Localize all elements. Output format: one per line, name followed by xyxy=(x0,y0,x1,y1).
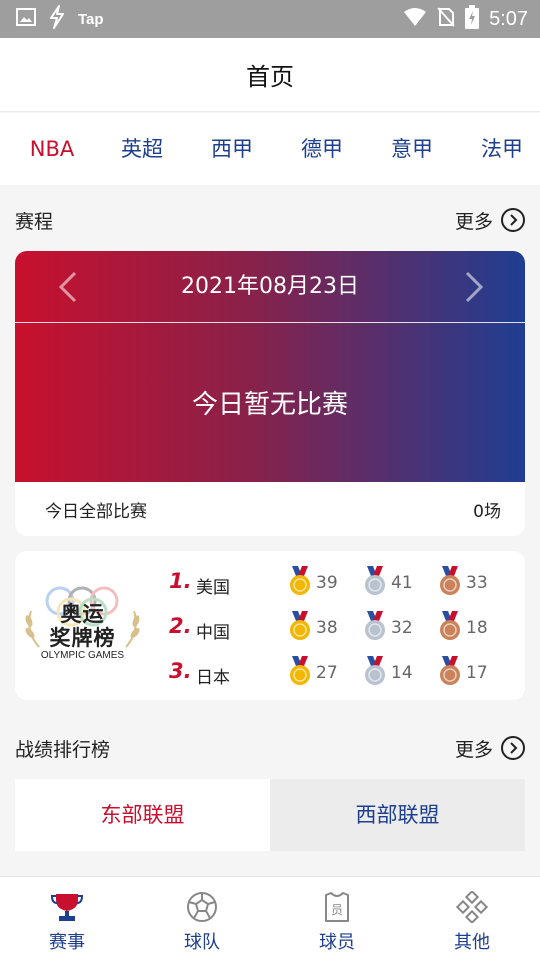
bronze-medal-count: 17 xyxy=(438,653,488,693)
bottom-nav: 赛事 球队 员 球员 其他 xyxy=(0,876,540,960)
no-match-message: 今日暂无比赛 xyxy=(191,390,348,420)
silver-medal-icon xyxy=(363,611,387,645)
gold-count: 27 xyxy=(316,663,338,683)
silver-count: 14 xyxy=(391,663,413,683)
nav-item-players[interactable]: 员 球员 xyxy=(287,877,387,960)
conference-tabs: 东部联盟 西部联盟 xyxy=(15,779,525,851)
tab-western-conference[interactable]: 西部联盟 xyxy=(270,779,525,851)
nav-label: 赛事 xyxy=(49,932,85,953)
prev-day-button[interactable] xyxy=(51,269,87,305)
bronze-medal-icon xyxy=(438,611,462,645)
gold-medal-icon xyxy=(288,566,312,600)
bronze-medal-count: 33 xyxy=(438,563,488,603)
medal-row: 1. 美国 39 41 33 xyxy=(165,563,525,603)
silver-medal-icon xyxy=(363,566,387,600)
silver-medal-count: 32 xyxy=(363,608,413,648)
country-name: 美国 xyxy=(196,578,230,598)
bronze-count: 33 xyxy=(466,573,488,593)
schedule-footer[interactable]: 今日全部比赛 0场 xyxy=(15,482,525,536)
tab-bundesliga[interactable]: 德甲 xyxy=(301,113,343,185)
status-bar: Tap 5:07 xyxy=(0,0,540,38)
more-label: 更多 xyxy=(454,210,493,233)
olympic-medal-card[interactable]: 奥运 奖牌榜 OLYMPIC GAMES 1. 美国 39 41 33 2. 中… xyxy=(15,551,525,700)
match-count: 0场 xyxy=(473,501,501,522)
schedule-title: 赛程 xyxy=(15,210,54,233)
silver-medal-count: 41 xyxy=(363,563,413,603)
silver-count: 32 xyxy=(391,618,413,638)
schedule-more-link[interactable]: 更多 xyxy=(455,207,525,234)
chevron-right-circle-icon xyxy=(501,736,525,760)
country-name: 日本 xyxy=(196,668,230,688)
date-row: 2021年08月23日 xyxy=(15,251,525,323)
nav-item-other[interactable]: 其他 xyxy=(422,877,522,960)
medal-row: 3. 日本 27 14 17 xyxy=(165,653,525,693)
gold-medal-count: 39 xyxy=(288,563,338,603)
all-matches-label: 今日全部比赛 xyxy=(45,501,147,522)
nav-label: 球队 xyxy=(184,932,220,953)
gold-count: 39 xyxy=(316,573,338,593)
bronze-medal-icon xyxy=(438,656,462,690)
rank-number: 2. xyxy=(169,614,192,638)
logo-subtitle: OLYMPIC GAMES xyxy=(40,650,125,661)
bronze-count: 17 xyxy=(466,663,488,683)
schedule-section-header: 赛程 更多 xyxy=(15,205,525,235)
standings-title: 战绩排行榜 xyxy=(15,738,111,761)
country-name: 中国 xyxy=(196,623,230,643)
league-tabs: NBA 英超 西甲 德甲 意甲 法甲 xyxy=(0,113,540,185)
nav-item-teams[interactable]: 球队 xyxy=(152,877,252,960)
standings-section-header: 战绩排行榜 更多 xyxy=(15,733,525,763)
tab-premier-league[interactable]: 英超 xyxy=(121,113,163,185)
silver-medal-icon xyxy=(363,656,387,690)
gold-medal-icon xyxy=(288,611,312,645)
wifi-icon xyxy=(403,7,427,31)
silver-count: 41 xyxy=(391,573,413,593)
standings-more-link[interactable]: 更多 xyxy=(455,735,525,762)
jersey-icon: 员 xyxy=(321,891,353,923)
chevron-right-circle-icon xyxy=(501,208,525,232)
logo-title-line2: 奖牌榜 xyxy=(49,626,116,650)
tab-nba[interactable]: NBA xyxy=(30,113,74,185)
next-day-button[interactable] xyxy=(455,269,491,305)
tab-serie-a[interactable]: 意甲 xyxy=(391,113,433,185)
bronze-count: 18 xyxy=(466,618,488,638)
app-header: 首页 xyxy=(0,38,540,112)
schedule-banner: 2021年08月23日 今日暂无比赛 xyxy=(15,251,525,482)
tab-eastern-conference[interactable]: 东部联盟 xyxy=(15,779,270,851)
nav-label: 球员 xyxy=(319,932,355,953)
silver-medal-count: 14 xyxy=(363,653,413,693)
rank-number: 3. xyxy=(169,659,192,683)
olympic-medal-logo: 奥运 奖牌榜 OLYMPIC GAMES xyxy=(15,551,150,700)
grid-dots-icon xyxy=(455,889,489,925)
status-time: 5:07 xyxy=(489,7,528,30)
page-title: 首页 xyxy=(246,63,294,91)
no-sim-icon xyxy=(437,7,455,31)
schedule-date: 2021年08月23日 xyxy=(181,274,359,299)
bronze-medal-icon xyxy=(438,566,462,600)
gold-count: 38 xyxy=(316,618,338,638)
bronze-medal-count: 18 xyxy=(438,608,488,648)
tab-la-liga[interactable]: 西甲 xyxy=(211,113,253,185)
medal-row: 2. 中国 38 32 18 xyxy=(165,608,525,648)
gold-medal-icon xyxy=(288,656,312,690)
schedule-card: 2021年08月23日 今日暂无比赛 今日全部比赛 0场 xyxy=(15,251,525,536)
nav-label: 其他 xyxy=(454,932,490,953)
status-app-label: Tap xyxy=(78,10,104,28)
gold-medal-count: 27 xyxy=(288,653,338,693)
trophy-icon xyxy=(50,891,84,923)
tab-ligue-1[interactable]: 法甲 xyxy=(481,113,523,185)
rank-number: 1. xyxy=(169,569,192,593)
nav-item-matches[interactable]: 赛事 xyxy=(17,877,117,960)
app-bolt-icon xyxy=(48,5,66,33)
image-icon xyxy=(16,8,36,30)
svg-text:员: 员 xyxy=(331,903,343,917)
battery-icon xyxy=(465,5,480,33)
more-label: 更多 xyxy=(454,738,493,761)
ball-icon xyxy=(186,891,218,923)
gold-medal-count: 38 xyxy=(288,608,338,648)
